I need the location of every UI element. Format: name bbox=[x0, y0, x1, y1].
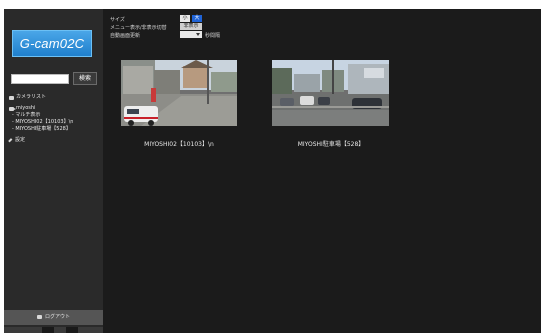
menu-setting: メニュー表示/非表示切替 非表示 bbox=[110, 23, 310, 31]
camera-thumbnail[interactable] bbox=[272, 60, 389, 126]
search-button[interactable]: 検索 bbox=[73, 72, 97, 85]
logout-icon bbox=[36, 314, 42, 319]
logout-button[interactable]: ログアウト bbox=[4, 310, 103, 325]
menu-toggle-button[interactable]: 非表示 bbox=[180, 23, 202, 30]
app-logo: G-cam02C bbox=[12, 30, 92, 57]
nav-multi-view-label: - マルチ表示 bbox=[12, 112, 41, 118]
nav-camera-list[interactable]: カメラリスト bbox=[9, 94, 101, 101]
refresh-interval-select[interactable] bbox=[180, 31, 202, 38]
sidebar-bottom-strip bbox=[4, 327, 103, 333]
size-large-button[interactable]: 大 bbox=[192, 15, 202, 22]
nav-camera-list-label: カメラリスト bbox=[16, 94, 47, 100]
app-window: G-cam02C 検索 カメラリスト miyoshi - マルチ表示 - MIY… bbox=[4, 9, 541, 333]
display-settings: サイズ 小 大 メニュー表示/非表示切替 非表示 自動画面更新 秒間隔 bbox=[110, 15, 310, 39]
sidebar: G-cam02C 検索 カメラリスト miyoshi - マルチ表示 - MIY… bbox=[4, 9, 103, 333]
refresh-label: 自動画面更新 bbox=[110, 33, 141, 39]
chevron-down-icon bbox=[196, 33, 200, 36]
camera-label[interactable]: MIYOSHI02【10103】\n bbox=[99, 139, 259, 148]
camera-image bbox=[121, 60, 237, 126]
camera-image bbox=[272, 60, 389, 126]
menu-toggle-label: メニュー表示/非表示切替 bbox=[110, 25, 167, 31]
nav-group[interactable]: miyoshi bbox=[9, 105, 101, 112]
refresh-setting: 自動画面更新 秒間隔 bbox=[110, 31, 310, 39]
nav-settings[interactable]: 設定 bbox=[8, 137, 101, 144]
folder-icon bbox=[9, 95, 14, 100]
nav-settings-label: 設定 bbox=[15, 137, 26, 143]
camera-icon bbox=[9, 106, 16, 111]
camera-nav: カメラリスト miyoshi - マルチ表示 - MIYOSHI02【10103… bbox=[8, 94, 101, 144]
nav-camera-label: - MIYOSHI02【10103】\n bbox=[12, 119, 74, 125]
nav-multi-view[interactable]: - マルチ表示 bbox=[9, 112, 101, 119]
wrench-icon bbox=[8, 137, 14, 144]
nav-group-label: miyoshi bbox=[16, 105, 36, 111]
nav-camera-item[interactable]: - MIYOSHI02【10103】\n bbox=[9, 119, 101, 126]
size-small-button[interactable]: 小 bbox=[180, 15, 190, 22]
logout-label: ログアウト bbox=[44, 314, 70, 320]
nav-camera-item[interactable]: - MIYOSHI駐車場【528】 bbox=[9, 126, 101, 133]
size-setting: サイズ 小 大 bbox=[110, 15, 310, 23]
size-label: サイズ bbox=[110, 17, 125, 23]
nav-camera-label: - MIYOSHI駐車場【528】 bbox=[12, 126, 71, 132]
camera-label[interactable]: MIYOSHI駐車場【528】 bbox=[251, 139, 411, 148]
refresh-suffix: 秒間隔 bbox=[205, 33, 221, 39]
camera-thumbnail[interactable] bbox=[121, 60, 237, 126]
search-input[interactable] bbox=[11, 74, 69, 84]
